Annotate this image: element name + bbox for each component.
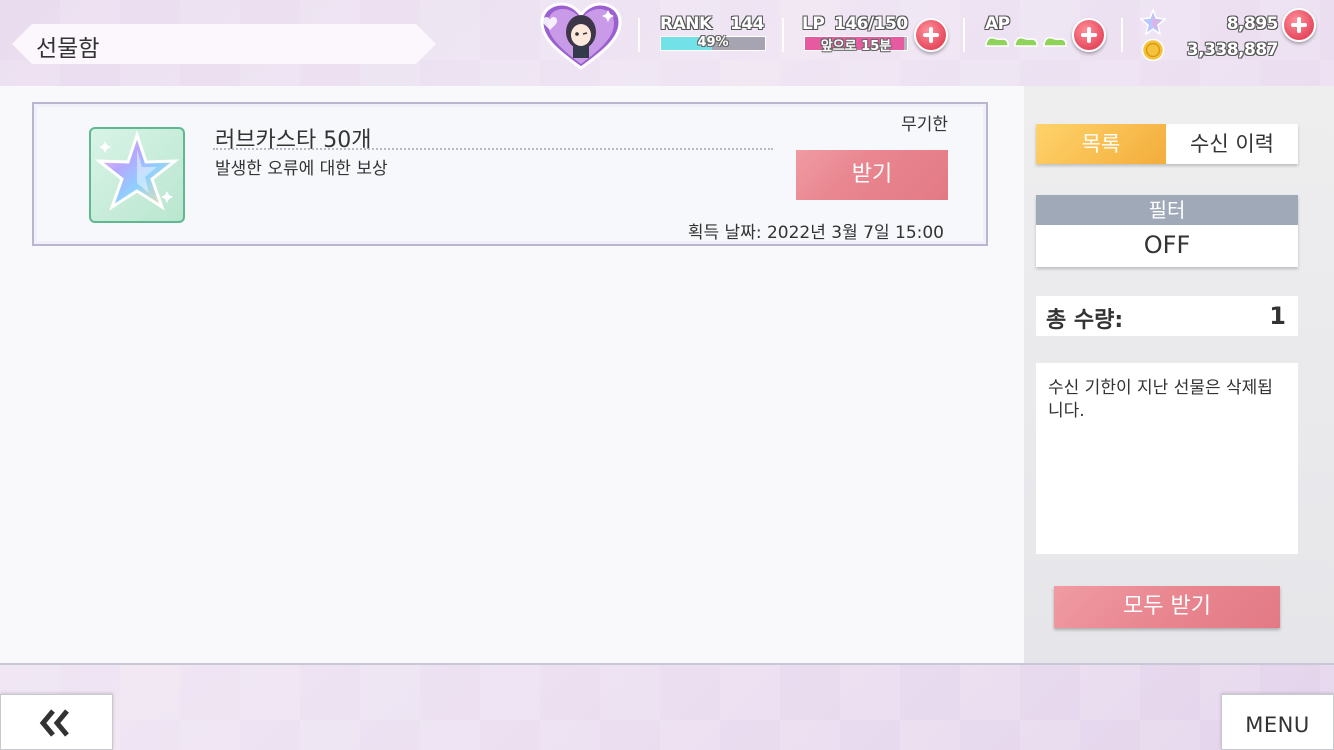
- gift-acquired-date: 획득 날짜: 2022년 3월 7일 15:00: [687, 223, 944, 243]
- total-value: 1: [1269, 302, 1286, 330]
- lp-value: 146/150: [834, 14, 908, 34]
- top-bar: 선물함 RANK 144 49% LP 146/150 앞으로 15분 AP 8…: [0, 0, 1334, 86]
- gold-count: 3,338,887: [1186, 40, 1279, 60]
- rank-value: 144: [730, 14, 765, 34]
- star-gem-count: 8,895: [1226, 14, 1279, 34]
- ap-add-button[interactable]: [1072, 18, 1106, 52]
- love-star-icon: [94, 130, 180, 211]
- gold-coin-icon: [1141, 38, 1165, 62]
- receive-all-button[interactable]: 모두 받기: [1054, 586, 1280, 628]
- ap-shoe-icon: [1043, 36, 1067, 47]
- gift-expiry: 무기한: [901, 115, 948, 135]
- expiry-note: 수신 기한이 지난 선물은 삭제됩니다.: [1036, 363, 1298, 554]
- love-star-icon: [1140, 9, 1166, 35]
- sidebar: 목록 수신 이력 필터 OFF 총 수량: 1 수신 기한이 지난 선물은 삭제…: [1024, 86, 1334, 663]
- lp-add-button[interactable]: [914, 18, 948, 52]
- header-divider: [782, 18, 784, 52]
- gift-description: 발생한 오류에 대한 보상: [215, 159, 388, 179]
- tab-history[interactable]: 수신 이력: [1166, 124, 1298, 164]
- gift-list-panel: 러브카스타 50개 발생한 오류에 대한 보상 무기한 받기 획득 날짜: 20…: [0, 86, 1024, 663]
- rank-label: RANK: [660, 14, 712, 34]
- gift-list-item: 러브카스타 50개 발생한 오류에 대한 보상 무기한 받기 획득 날짜: 20…: [32, 102, 988, 246]
- lp-recover-time: 앞으로 15분: [820, 39, 892, 54]
- header-divider: [963, 18, 965, 52]
- profile-avatar-icon[interactable]: [536, 2, 626, 72]
- tab-group: 목록 수신 이력: [1036, 124, 1298, 164]
- header-divider: [1121, 18, 1123, 52]
- ap-shoe-icon: [1014, 36, 1038, 47]
- gift-divider: [213, 148, 773, 150]
- ap-shoe-icon: [985, 36, 1009, 47]
- receive-button[interactable]: 받기: [796, 150, 948, 200]
- gift-item-icon-frame: [89, 127, 185, 223]
- filter-button[interactable]: 필터 OFF: [1036, 195, 1298, 267]
- total-count-box: 총 수량: 1: [1036, 296, 1298, 336]
- lp-label: LP: [802, 14, 825, 34]
- total-label: 총 수량:: [1046, 308, 1124, 333]
- page-title: 선물함: [36, 36, 100, 62]
- filter-value: OFF: [1143, 231, 1191, 259]
- filter-label: 필터: [1036, 195, 1298, 225]
- tab-list[interactable]: 목록: [1036, 124, 1166, 164]
- menu-button[interactable]: MENU: [1221, 694, 1334, 750]
- back-button[interactable]: [0, 694, 113, 750]
- double-chevron-left-icon: [39, 709, 69, 737]
- star-gem-add-button[interactable]: [1282, 8, 1316, 42]
- footer-divider: [0, 663, 1334, 665]
- header-divider: [638, 18, 640, 52]
- ap-label: AP: [985, 14, 1010, 34]
- rank-progress-text: 49%: [697, 35, 729, 50]
